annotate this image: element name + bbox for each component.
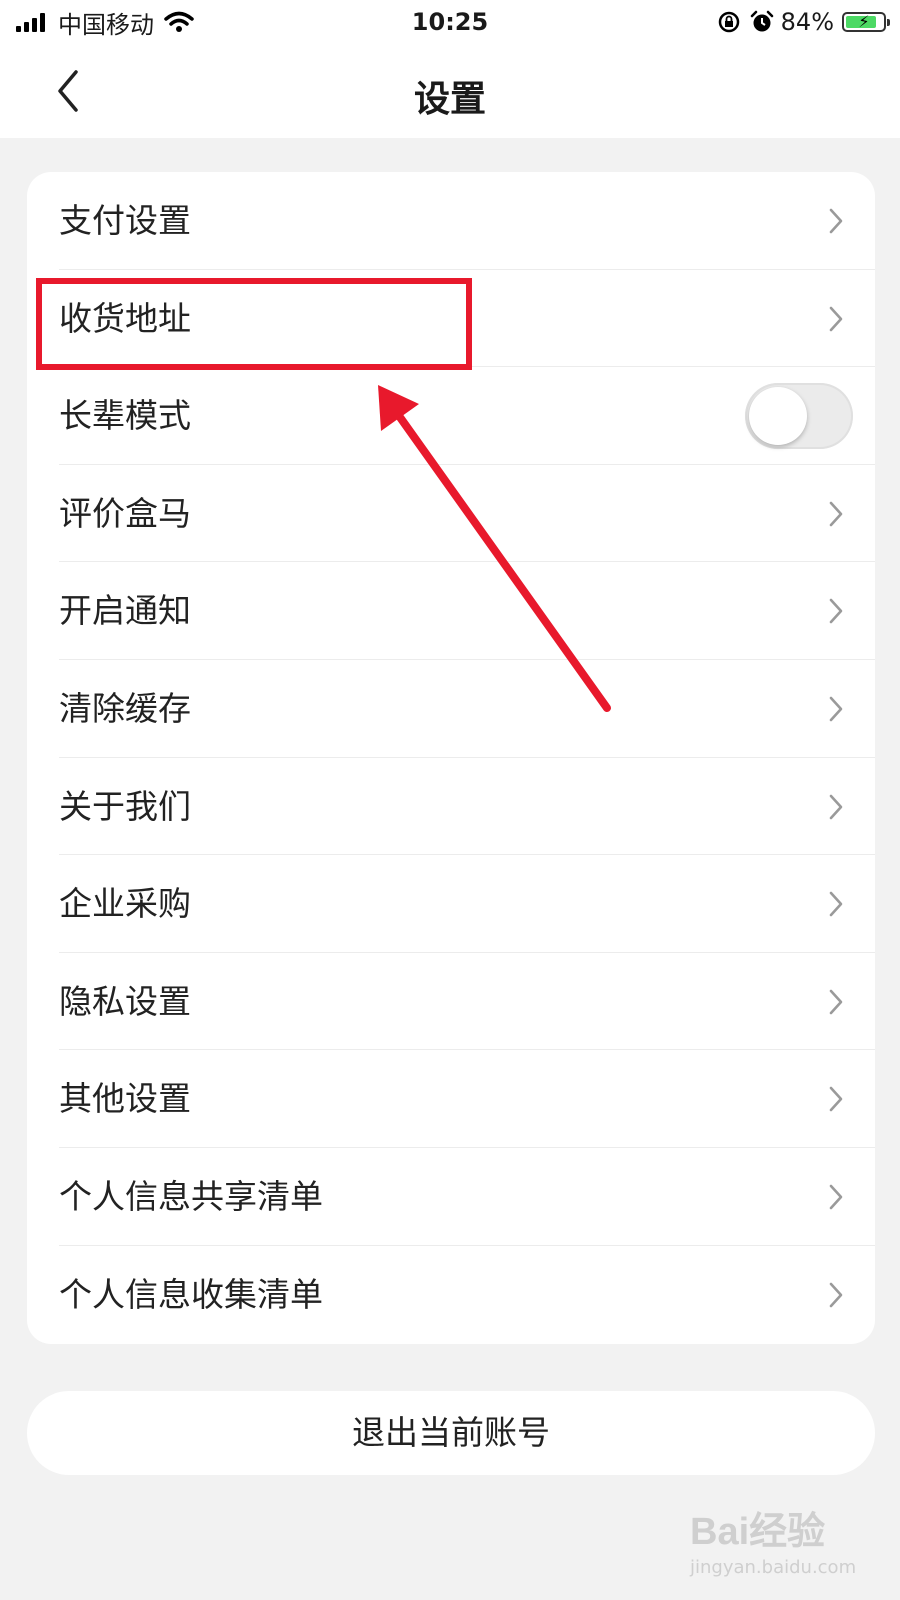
watermark: Bai经验 jingyan.baidu.com bbox=[690, 1500, 856, 1578]
watermark-logo: Bai经验 bbox=[690, 1511, 826, 1553]
annotation-arrow bbox=[378, 385, 611, 712]
watermark-url: jingyan.baidu.com bbox=[690, 1557, 857, 1578]
